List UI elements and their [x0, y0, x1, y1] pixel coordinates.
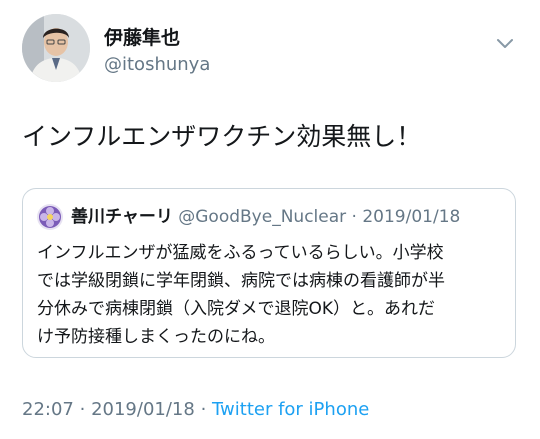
quoted-tweet-header: 善川チャーリ @GoodBye_Nuclear · 2019/01/18 — [71, 205, 460, 229]
quoted-text-line: け予防接種しまくったのにね。 — [37, 327, 275, 347]
flower-avatar-icon — [37, 204, 63, 230]
quoted-tweet[interactable]: 善川チャーリ @GoodBye_Nuclear · 2019/01/18 インフ… — [22, 188, 516, 358]
quoted-separator: · — [351, 207, 357, 227]
chevron-down-icon — [497, 39, 513, 48]
quoted-tweet-date[interactable]: 2019/01/18 — [362, 207, 460, 227]
tweet-card: 伊藤隼也 @itoshunya インフルエンザワクチン効果無し！ 善川チャーリ … — [0, 0, 540, 439]
quoted-text-line: インフルエンザが猛威をふるっているらしい。小学校 — [37, 243, 444, 263]
tweet-menu-button[interactable] — [494, 32, 516, 54]
quoted-user-handle[interactable]: @GoodBye_Nuclear — [178, 207, 346, 227]
quoted-user-avatar[interactable] — [37, 204, 63, 230]
quoted-tweet-text: インフルエンザが猛威をふるっているらしい。小学校 では学級閉鎖に学年閉鎖、病院で… — [37, 239, 505, 351]
quoted-user-display-name[interactable]: 善川チャーリ — [71, 207, 173, 227]
tweet-meta: 22:07 · 2019/01/18 · Twitter for iPhone — [22, 398, 369, 422]
user-handle[interactable]: @itoshunya — [104, 53, 210, 77]
quoted-text-line: では学級閉鎖に学年閉鎖、病院では病棟の看護師が半 — [37, 271, 445, 291]
quoted-text-line: 分休みで病棟閉鎖（入院ダメで退院OK）と。あれだ — [37, 299, 436, 319]
tweet-text: インフルエンザワクチン効果無し！ — [22, 122, 422, 151]
tweet-source-link[interactable]: Twitter for iPhone — [212, 399, 369, 420]
meta-separator: · — [200, 399, 207, 420]
meta-separator: · — [79, 399, 86, 420]
user-display-name[interactable]: 伊藤隼也 — [104, 26, 180, 50]
tweet-header: 伊藤隼也 @itoshunya — [22, 14, 522, 86]
person-avatar-icon — [22, 14, 90, 82]
user-avatar[interactable] — [22, 14, 90, 82]
tweet-time[interactable]: 22:07 — [22, 399, 74, 420]
tweet-date[interactable]: 2019/01/18 — [91, 399, 195, 420]
